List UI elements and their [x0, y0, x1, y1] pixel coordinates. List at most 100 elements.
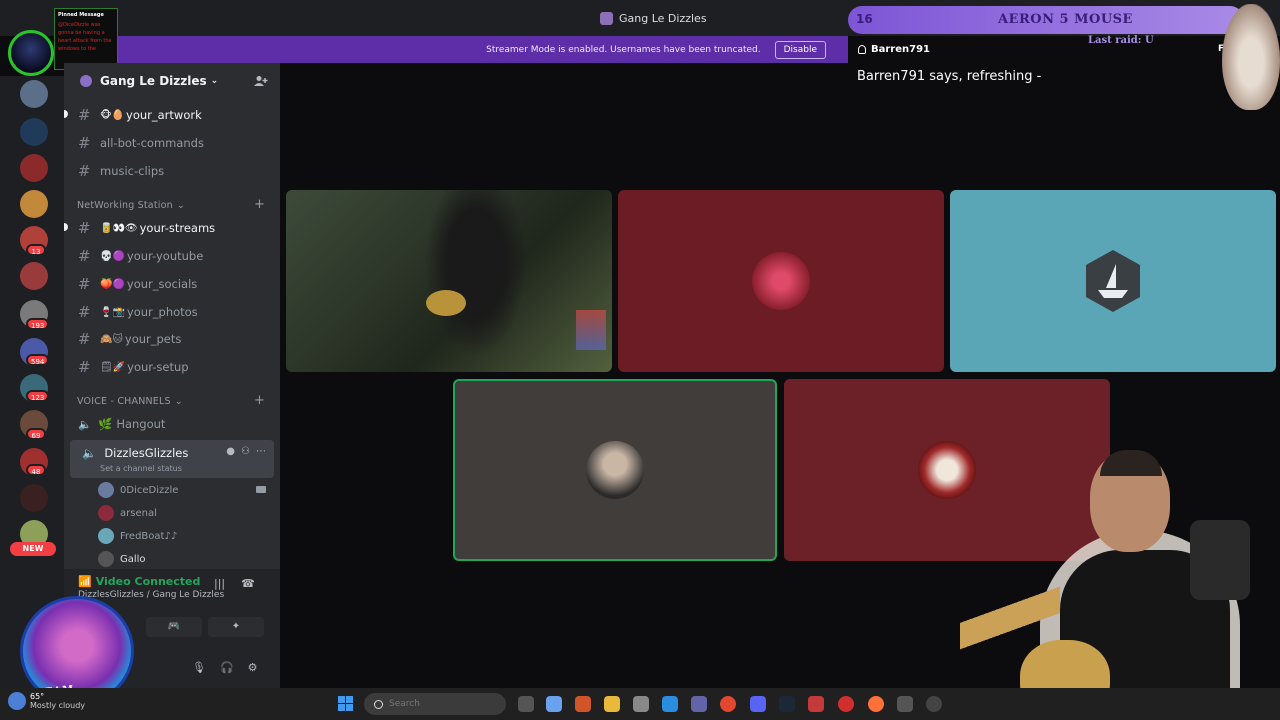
avatar	[98, 482, 114, 498]
server-icon-dizzles[interactable]	[20, 80, 48, 108]
app-icon[interactable]	[808, 696, 824, 712]
server-icon	[80, 75, 92, 87]
voice-connected-status: 📶 Video Connected	[78, 575, 200, 588]
task-view-icon[interactable]	[518, 696, 534, 712]
voice-member[interactable]: FredBoat♪♪	[98, 528, 177, 544]
voice-member[interactable]: Gallo	[98, 551, 146, 567]
chat-username: Barren791	[858, 44, 930, 55]
taskbar-search[interactable]	[364, 693, 506, 715]
channel-music-clips[interactable]: # music-clips	[72, 158, 274, 184]
store-icon[interactable]	[633, 696, 649, 712]
server-icon[interactable]	[20, 118, 48, 146]
channel-your-setup[interactable]: # 🗒🚀 your-setup	[72, 354, 274, 380]
window-title-text: Gang Le Dizzles	[619, 12, 707, 25]
app-icon[interactable]	[897, 696, 913, 712]
settings-gear-icon[interactable]: ⚙	[248, 661, 258, 674]
last-raid-label: Last raid: U	[1088, 35, 1154, 46]
add-member-icon[interactable]: ⚇	[241, 446, 250, 457]
channel-all-bot-commands[interactable]: # all-bot-commands	[72, 130, 274, 156]
taskbar: 65° Mostly cloudy	[0, 688, 1280, 720]
avatar	[98, 528, 114, 544]
server-icon	[600, 12, 613, 25]
add-channel-icon[interactable]: +	[254, 393, 265, 408]
server-icon[interactable]	[20, 484, 48, 512]
activity-button[interactable]: 🎮	[146, 617, 202, 637]
channel-your-youtube[interactable]: # 💀🟣 your-youtube	[72, 243, 274, 269]
chevron-down-icon: ⌄	[210, 76, 219, 86]
hash-icon: #	[78, 358, 91, 376]
channel-your-socials[interactable]: # 🍑🟣 your_socials	[72, 271, 274, 297]
weather-temp: 65°	[30, 692, 45, 701]
server-icon[interactable]	[20, 154, 48, 182]
disable-streamer-mode-button[interactable]: Disable	[774, 40, 826, 59]
copilot-icon[interactable]	[546, 696, 562, 712]
member-name: arsenal	[120, 507, 157, 519]
channel-name: DizzlesGlizzles	[104, 446, 189, 460]
unread-badge: 69	[26, 428, 46, 440]
hype-text: AERON 5 MOUSE	[998, 12, 1133, 27]
unread-badge: 123	[26, 390, 50, 402]
headphones-icon[interactable]: 🎧	[220, 661, 234, 674]
hype-level: 16	[856, 12, 873, 26]
channel-name: your-streams	[139, 221, 216, 235]
chat-bubble-icon[interactable]: ●	[226, 446, 235, 457]
channel-emoji: 🌿	[98, 417, 113, 431]
discord-icon[interactable]	[750, 696, 766, 712]
chrome-icon[interactable]	[720, 696, 736, 712]
voice-member[interactable]: arsenal	[98, 505, 157, 521]
channel-name: your_pets	[124, 332, 182, 346]
app-icon[interactable]	[575, 696, 591, 712]
file-explorer-icon[interactable]	[604, 696, 620, 712]
avatar	[98, 505, 114, 521]
channel-status[interactable]: Set a channel status	[100, 464, 182, 473]
channel-your-artwork[interactable]: # 🐵🥚 your_artwork	[64, 102, 274, 128]
channel-your-pets[interactable]: # 🙈🐱 your_pets	[72, 326, 274, 352]
channel-name: your_socials	[126, 277, 198, 291]
new-badge: NEW	[10, 542, 56, 556]
channel-name: your_photos	[126, 305, 198, 319]
server-icon[interactable]	[20, 262, 48, 290]
channel-your-streams[interactable]: # 🥫👀👁 your-streams	[64, 215, 274, 241]
microphone-icon[interactable]: 🎙	[192, 661, 206, 674]
app-icon[interactable]	[838, 696, 854, 712]
member-name: FredBoat♪♪	[120, 530, 178, 542]
firefox-icon[interactable]	[868, 696, 884, 712]
disconnect-icon[interactable]: ☎	[241, 577, 255, 590]
add-channel-icon[interactable]: +	[254, 197, 265, 212]
server-header[interactable]: Gang Le Dizzles ⌄	[64, 63, 280, 99]
media-play-icon[interactable]	[926, 696, 942, 712]
more-icon[interactable]: ⋯	[256, 446, 266, 457]
voice-channel-dizzlesglizzles[interactable]: 🔈 DizzlesGlizzles Set a channel status ●…	[70, 440, 274, 478]
soundboard-button[interactable]: ✦	[208, 617, 264, 637]
member-name: 0DiceDizzle	[120, 484, 179, 496]
windows-start-icon[interactable]	[338, 696, 353, 711]
person-hair	[1100, 450, 1162, 476]
noise-suppression-icon[interactable]: |||	[214, 577, 225, 590]
video-tile[interactable]	[950, 190, 1276, 372]
pinned-heading: Pinned Message	[58, 12, 104, 18]
server-icon[interactable]	[20, 190, 48, 218]
gremlin-mascot	[1222, 4, 1280, 110]
member-name: Gallo	[120, 553, 146, 565]
unread-badge: 594	[26, 354, 50, 366]
category-label: VOICE - CHANNELS	[77, 396, 171, 407]
channel-your-photos[interactable]: # 🍷📸 your_photos	[72, 299, 274, 325]
video-tile[interactable]	[618, 190, 944, 372]
search-input[interactable]	[389, 699, 489, 709]
category-networking[interactable]: NetWorking Station ⌄	[77, 200, 185, 211]
voice-channel-hangout[interactable]: 🔈 🌿 Hangout	[72, 417, 274, 431]
video-tile-speaking[interactable]	[453, 379, 777, 561]
teams-icon[interactable]	[691, 696, 707, 712]
weather-widget[interactable]: 65° Mostly cloudy	[8, 692, 85, 710]
speaker-icon: 🔈	[78, 417, 92, 431]
server-name: Gang Le Dizzles	[100, 74, 207, 88]
category-voice-channels[interactable]: VOICE - CHANNELS ⌄	[77, 396, 183, 407]
voice-connected-label: Video Connected	[95, 575, 201, 588]
unread-badge: 13	[26, 244, 46, 256]
edge-icon[interactable]	[662, 696, 678, 712]
voice-member[interactable]: 0DiceDizzle	[98, 482, 178, 498]
add-member-icon[interactable]	[254, 75, 268, 87]
video-tile-camera[interactable]	[286, 190, 612, 372]
voice-connected-channel[interactable]: DizzlesGlizzles / Gang Le Dizzles	[78, 590, 224, 600]
steam-icon[interactable]	[779, 696, 795, 712]
